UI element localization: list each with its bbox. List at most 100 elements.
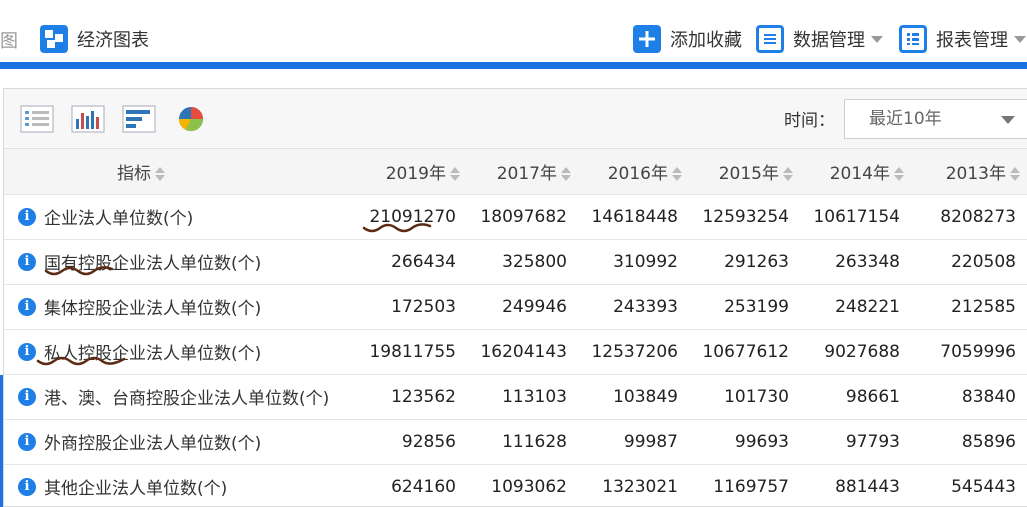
info-icon[interactable]: i	[18, 342, 36, 361]
table-cell: 98661	[801, 374, 912, 420]
report-manage-label: 报表管理	[936, 30, 1008, 51]
list-view-icon[interactable]	[20, 105, 54, 133]
table-cell: 12537206	[579, 329, 690, 375]
col-header-2014[interactable]: 2014年	[801, 149, 912, 195]
table-cell: 113103	[468, 374, 579, 420]
table-cell: 14618448	[579, 194, 690, 240]
table-cell: 10677612	[690, 329, 801, 375]
bar-chart-icon[interactable]	[71, 105, 105, 133]
data-manage-menu[interactable]: 数据管理	[756, 24, 883, 54]
table-header-row: 指标 2019年 2017年 2016年 2015年 2014年 2013年	[4, 149, 1027, 195]
sidebar-accent	[0, 375, 3, 507]
table-cell: 249946	[468, 284, 579, 330]
row-label: 港、澳、台商控股企业法人单位数(个)	[44, 389, 330, 409]
info-icon[interactable]: i	[18, 207, 36, 226]
row-label: 集体控股企业法人单位数(个)	[44, 299, 262, 319]
horizontal-bar-icon[interactable]	[122, 105, 156, 133]
table-cell: 263348	[801, 239, 912, 285]
table-cell: 325800	[468, 239, 579, 285]
table-row: i 集体控股企业法人单位数(个) 172503 249946 243393 253…	[4, 284, 1027, 330]
table-cell: 92856	[358, 419, 468, 465]
table-cell: 243393	[579, 284, 690, 330]
table-cell: 12593254	[690, 194, 801, 240]
table-cell: 97793	[801, 419, 912, 465]
table-cell: 253199	[690, 284, 801, 330]
table-cell: 310992	[579, 239, 690, 285]
table-cell: 99987	[579, 419, 690, 465]
row-label: 企业法人单位数(个)	[44, 209, 194, 229]
info-icon[interactable]: i	[18, 252, 36, 271]
info-icon[interactable]: i	[18, 297, 36, 316]
table-cell: 624160	[358, 464, 468, 507]
chevron-down-icon	[871, 35, 883, 43]
row-label: 外商控股企业法人单位数(个)	[44, 434, 262, 454]
table-cell: 85896	[912, 419, 1027, 465]
info-icon[interactable]: i	[18, 387, 36, 406]
col-header-indicator[interactable]: 指标	[4, 149, 358, 195]
plus-icon	[633, 25, 661, 53]
sort-icon	[894, 166, 904, 181]
sort-icon	[155, 166, 165, 181]
col-header-2017[interactable]: 2017年	[468, 149, 579, 195]
data-manage-label: 数据管理	[793, 30, 865, 51]
table-cell: 99693	[690, 419, 801, 465]
table-cell: 266434	[358, 239, 468, 285]
col-header-2013[interactable]: 2013年	[912, 149, 1027, 195]
info-icon[interactable]: i	[18, 432, 36, 451]
info-icon[interactable]: i	[18, 477, 36, 496]
economy-charts-label: 经济图表	[77, 30, 149, 51]
nav-divider	[0, 62, 1027, 69]
time-label: 时间：	[784, 111, 835, 131]
table-cell: 220508	[912, 239, 1027, 285]
table-row: i 国有控股企业法人单位数(个) 266434 325800 310992 291…	[4, 239, 1027, 285]
top-nav: 图 经济图表 添加收藏 数据管理 报表管理	[0, 0, 1027, 69]
sort-icon	[450, 166, 460, 181]
nav-stub-text: 图	[0, 31, 18, 52]
table-cell: 545443	[912, 464, 1027, 507]
sort-icon	[783, 166, 793, 181]
sort-icon	[672, 166, 682, 181]
table-cell: 103849	[579, 374, 690, 420]
pie-chart-icon[interactable]	[176, 105, 210, 133]
table-cell: 7059996	[912, 329, 1027, 375]
table-cell: 21091270	[358, 194, 468, 240]
data-list-icon	[756, 25, 784, 53]
time-range-value: 最近10年	[869, 109, 942, 129]
table-cell: 248221	[801, 284, 912, 330]
add-favorite-button[interactable]: 添加收藏	[633, 24, 742, 54]
table-cell: 16204143	[468, 329, 579, 375]
data-table: 指标 2019年 2017年 2016年 2015年 2014年 2013年 i…	[4, 149, 1027, 507]
col-header-2015[interactable]: 2015年	[690, 149, 801, 195]
table-cell: 83840	[912, 374, 1027, 420]
time-range-select[interactable]: 最近10年	[844, 99, 1027, 139]
col-header-2016[interactable]: 2016年	[579, 149, 690, 195]
data-panel: 时间： 最近10年 指标 2019年 2017年 2016年 2015年 201…	[3, 88, 1027, 507]
economy-charts-icon	[40, 25, 68, 53]
table-row: i 私人控股企业法人单位数(个) 19811755 16204143 125372…	[4, 329, 1027, 375]
row-label: 国有控股企业法人单位数(个)	[44, 254, 262, 274]
table-cell: 19811755	[358, 329, 468, 375]
table-cell: 291263	[690, 239, 801, 285]
table-cell: 8208273	[912, 194, 1027, 240]
table-cell: 9027688	[801, 329, 912, 375]
table-row: i 外商控股企业法人单位数(个) 92856 111628 99987 99693…	[4, 419, 1027, 465]
report-table-icon	[899, 25, 927, 53]
sort-icon	[1010, 166, 1020, 181]
table-cell: 881443	[801, 464, 912, 507]
table-cell: 212585	[912, 284, 1027, 330]
nav-economy-charts[interactable]: 经济图表	[40, 24, 149, 54]
table-cell: 1323021	[579, 464, 690, 507]
add-favorite-label: 添加收藏	[670, 30, 742, 51]
report-manage-menu[interactable]: 报表管理	[899, 24, 1026, 54]
table-cell: 172503	[358, 284, 468, 330]
table-row: i 企业法人单位数(个) 21091270 18097682 14618448 1…	[4, 194, 1027, 240]
table-cell: 101730	[690, 374, 801, 420]
table-cell: 1093062	[468, 464, 579, 507]
col-header-2019[interactable]: 2019年	[358, 149, 468, 195]
table-cell: 111628	[468, 419, 579, 465]
table-cell: 123562	[358, 374, 468, 420]
table-cell: 18097682	[468, 194, 579, 240]
table-cell: 10617154	[801, 194, 912, 240]
table-row: i 港、澳、台商控股企业法人单位数(个) 123562 113103 103849…	[4, 374, 1027, 420]
chevron-down-icon	[1014, 35, 1026, 43]
